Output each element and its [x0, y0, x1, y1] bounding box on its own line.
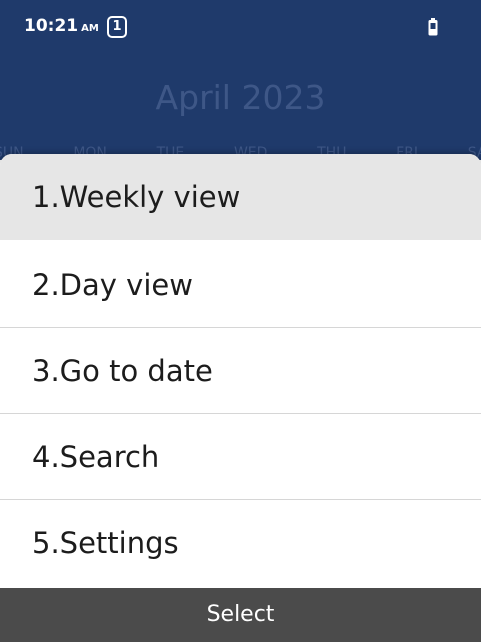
- screen: 10:21AM 1 April 2023 SUN MON TUE WED THU…: [0, 0, 481, 642]
- menu-item-day-view[interactable]: 2.Day view: [0, 242, 481, 328]
- menu-item-go-to-date[interactable]: 3.Go to date: [0, 328, 481, 414]
- menu-item-weekly-view[interactable]: 1.Weekly view: [0, 154, 481, 240]
- status-bar: 10:21 AM 1: [0, 0, 481, 44]
- ampm-text: AM: [81, 23, 99, 34]
- status-time: 10:21 AM: [24, 16, 99, 36]
- month-title: April 2023: [155, 78, 326, 117]
- select-softkey[interactable]: Select: [0, 588, 481, 642]
- notification-badge: 1: [107, 16, 127, 38]
- menu-item-search[interactable]: 4.Search: [0, 414, 481, 500]
- battery-icon: [428, 18, 438, 36]
- calendar-header: 10:21AM 1 April 2023 SUN MON TUE WED THU…: [0, 0, 481, 161]
- options-menu: 1.Weekly view 2.Day view 3.Go to date 4.…: [0, 154, 481, 588]
- time-text: 10:21: [24, 16, 79, 36]
- menu-item-settings[interactable]: 5.Settings: [0, 500, 481, 586]
- softkey-bar: Select: [0, 588, 481, 642]
